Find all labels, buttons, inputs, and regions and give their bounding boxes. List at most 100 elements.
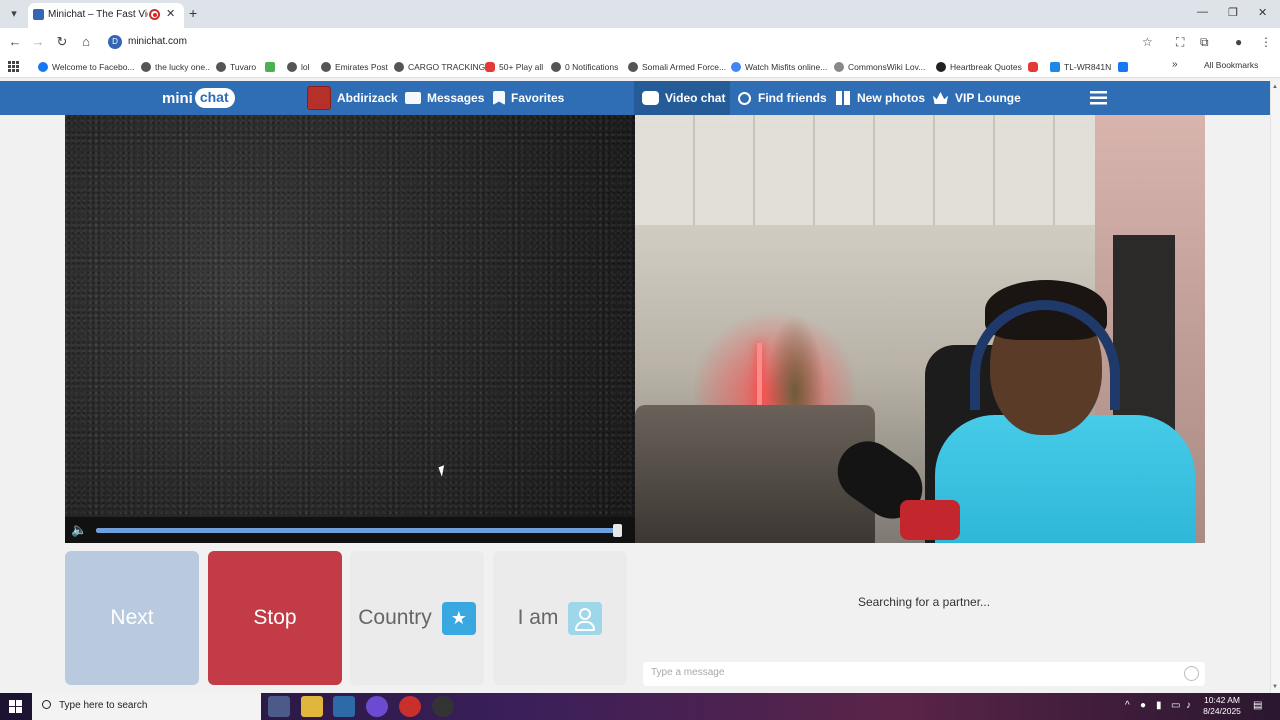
tplink-icon: [1050, 62, 1060, 72]
bookmark-item[interactable]: Heartbreak Quotes: [936, 60, 1022, 74]
bookmark-item[interactable]: Watch Misfits online...: [731, 60, 827, 74]
microphone-base: [900, 500, 960, 540]
steam-icon[interactable]: [333, 696, 355, 717]
system-clock[interactable]: 10:42 AM 8/24/2025: [1196, 695, 1248, 717]
volume-thumb[interactable]: [613, 524, 622, 537]
envelope-icon: [405, 92, 421, 104]
search-icon: [42, 700, 51, 709]
browser-tab-minichat[interactable]: Minichat – The Fast Video C ✕: [28, 3, 184, 28]
new-tab-button[interactable]: +: [189, 5, 197, 21]
bookmark-item[interactable]: Tuvaro: [216, 60, 256, 74]
tab-search-icon[interactable]: ▾: [6, 6, 22, 22]
tray-app-icon[interactable]: ●: [1140, 700, 1146, 711]
globe-icon: [394, 62, 404, 72]
tab-close-icon[interactable]: ✕: [166, 7, 175, 20]
bookmark-item[interactable]: CommonsWiki Lov...: [834, 60, 925, 74]
messages-link[interactable]: Messages: [405, 81, 484, 115]
tab-title: Minichat – The Fast Video C: [48, 9, 148, 20]
bookmark-item[interactable]: CARGO TRACKING: [394, 60, 485, 74]
star-icon: ★: [441, 601, 476, 635]
back-button[interactable]: ←: [7, 34, 23, 49]
youtube-icon: [1028, 62, 1038, 72]
battery-icon[interactable]: ▮: [1156, 700, 1162, 711]
video-static: [65, 115, 635, 543]
facebook-icon: [1118, 62, 1128, 72]
favicon-icon: [33, 9, 44, 20]
close-window-button[interactable]: ✕: [1258, 6, 1267, 19]
extensions-icon[interactable]: ⧉: [1200, 35, 1209, 50]
minimize-button[interactable]: —: [1197, 6, 1208, 18]
globe-icon: [321, 62, 331, 72]
volume-bar: 🔈: [65, 517, 635, 543]
stop-button[interactable]: Stop: [208, 551, 342, 685]
apps-grid-icon[interactable]: [8, 61, 19, 72]
file-explorer-icon[interactable]: [301, 696, 323, 717]
discord-icon[interactable]: [366, 696, 388, 717]
site-info-icon[interactable]: D: [108, 35, 122, 49]
globe-icon: [551, 62, 561, 72]
volume-icon[interactable]: ♪: [1186, 700, 1191, 711]
bookmark-item[interactable]: 0 Notifications: [551, 60, 618, 74]
windows-start-icon[interactable]: [9, 700, 22, 713]
minichat-logo[interactable]: mini chat: [162, 85, 235, 111]
bookmark-star-icon[interactable]: ☆: [1142, 35, 1153, 49]
speedometer-icon[interactable]: [432, 696, 454, 717]
bookmark-item[interactable]: Emirates Post: [321, 60, 388, 74]
bookmark-item[interactable]: [1028, 60, 1042, 74]
country-filter-button[interactable]: Country ★: [350, 551, 484, 685]
vip-lounge-link[interactable]: VIP Lounge: [933, 81, 1021, 115]
bookmark-item[interactable]: the lucky one..: [141, 60, 210, 74]
bookmark-item[interactable]: lol: [287, 60, 310, 74]
bookmark-item[interactable]: TL-WR841N: [1050, 60, 1111, 74]
partner-video[interactable]: 🔈: [65, 115, 635, 543]
message-input[interactable]: [651, 667, 1171, 678]
emoji-icon[interactable]: [1184, 666, 1199, 681]
scroll-down-icon[interactable]: ▼: [1272, 684, 1278, 690]
restore-button[interactable]: ❐: [1228, 6, 1238, 19]
scroll-up-icon[interactable]: ▲: [1272, 84, 1278, 90]
bookmarks-overflow-icon[interactable]: »: [1172, 59, 1178, 70]
bookmark-item[interactable]: Welcome to Facebo...: [38, 60, 135, 74]
page-scrollbar[interactable]: ▲ ▼: [1270, 81, 1280, 693]
person-shirt: [935, 415, 1195, 543]
profile-avatar[interactable]: ●: [1235, 35, 1242, 49]
user-profile-link[interactable]: Abdirizack: [307, 81, 398, 115]
bookmark-item[interactable]: [265, 60, 279, 74]
bookmark-item[interactable]: [1118, 60, 1132, 74]
search-status: Searching for a partner...: [857, 595, 991, 609]
speaker-icon[interactable]: 🔈: [71, 522, 87, 538]
message-box: [643, 662, 1205, 686]
new-photos-link[interactable]: New photos: [836, 81, 925, 115]
globe-icon: [628, 62, 638, 72]
quotes-icon: [936, 62, 946, 72]
notifications-icon[interactable]: ▤: [1253, 700, 1262, 711]
video-chat-link[interactable]: Video chat: [642, 81, 725, 115]
volume-fill: [96, 528, 618, 533]
chrome-taskbar-icon[interactable]: [268, 696, 290, 717]
url-bar[interactable]: D minichat.com: [103, 32, 1163, 52]
recorder-icon[interactable]: [399, 696, 421, 717]
all-bookmarks-button[interactable]: All Bookmarks: [1204, 60, 1258, 70]
youtube-icon: [485, 62, 495, 72]
crown-icon: [933, 92, 948, 104]
browser-menu-icon[interactable]: ⋮: [1260, 35, 1272, 49]
browser-tabstrip: ▾ Minichat – The Fast Video C ✕ + — ❐ ✕: [0, 0, 1280, 28]
favorites-link[interactable]: Favorites: [493, 81, 564, 115]
next-button[interactable]: Next: [65, 551, 199, 685]
hamburger-menu-icon[interactable]: [1090, 91, 1107, 105]
chat-bubble-icon: [642, 91, 659, 105]
gender-select-button[interactable]: I am: [493, 551, 627, 685]
forward-button[interactable]: →: [30, 34, 46, 49]
network-icon[interactable]: ▭: [1171, 700, 1180, 711]
reload-button[interactable]: ↻: [54, 34, 70, 50]
bookmark-item[interactable]: 50+ Play all: [485, 60, 543, 74]
home-button[interactable]: ⌂: [78, 34, 94, 49]
taskbar-search[interactable]: Type here to search: [32, 693, 261, 720]
volume-slider[interactable]: [96, 524, 622, 537]
screenshot-icon[interactable]: ⛶: [1176, 35, 1184, 50]
windows-taskbar: Type here to search ^ ● ▮ ▭ ♪ 10:42 AM 8…: [0, 693, 1280, 720]
bookmark-item[interactable]: Somali Armed Force...: [628, 60, 726, 74]
tray-overflow-icon[interactable]: ^: [1125, 700, 1130, 711]
globe-icon: [216, 62, 226, 72]
find-friends-link[interactable]: Find friends: [738, 81, 827, 115]
